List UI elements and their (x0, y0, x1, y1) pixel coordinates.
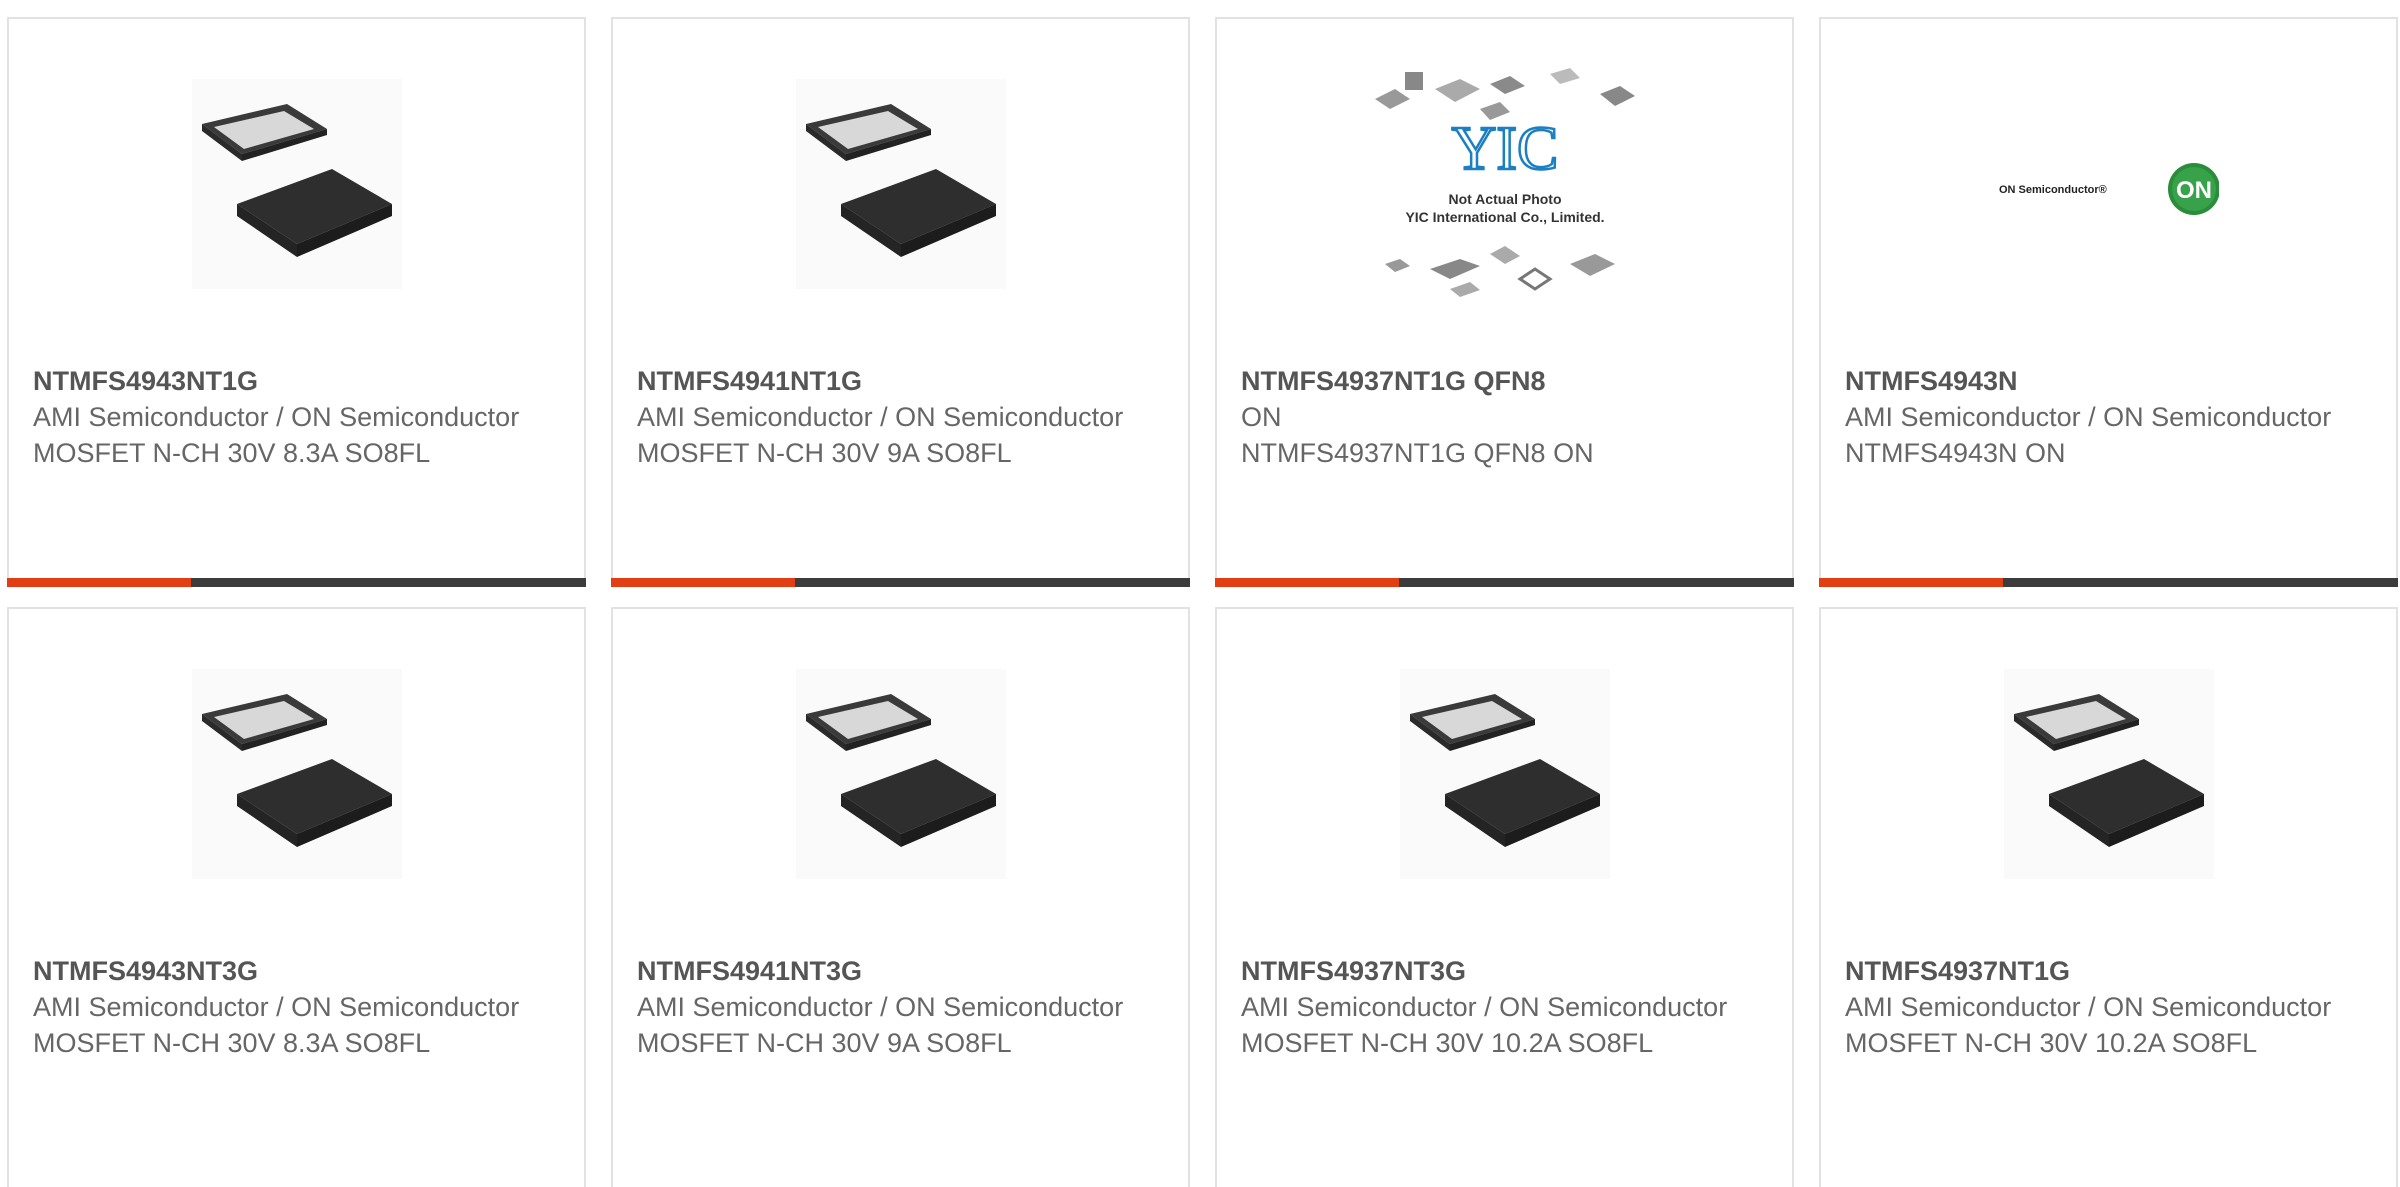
product-image[interactable] (1821, 609, 2396, 939)
product-image[interactable] (9, 19, 584, 349)
product-manufacturer: ON (1241, 402, 1282, 432)
mosfet-package-image (795, 669, 1006, 879)
mosfet-package-image (2003, 669, 2214, 879)
product-manufacturer: AMI Semiconductor / ON Semiconductor (33, 402, 520, 432)
not-actual-photo-image: YIC Not Actual Photo YIC International C… (1374, 68, 1635, 297)
product-card[interactable]: NTMFS4941NT3G AMI Semiconductor / ON Sem… (611, 607, 1190, 1187)
product-image[interactable] (613, 609, 1188, 939)
product-card[interactable]: NTMFS4941NT1G AMI Semiconductor / ON Sem… (611, 17, 1190, 587)
product-description: MOSFET N-CH 30V 8.3A SO8FL (33, 1028, 431, 1058)
product-manufacturer: AMI Semiconductor / ON Semiconductor (637, 992, 1124, 1022)
product-image[interactable] (613, 19, 1188, 349)
mosfet-package-image (191, 79, 402, 289)
product-name[interactable]: NTMFS4937NT1G QFN8 (1241, 363, 1772, 399)
product-description: MOSFET N-CH 30V 10.2A SO8FL (1845, 1028, 2258, 1058)
product-description: MOSFET N-CH 30V 8.3A SO8FL (33, 438, 431, 468)
product-name[interactable]: NTMFS4937NT1G (1845, 953, 2376, 989)
card-accent-bar (7, 578, 586, 587)
mosfet-package-image (1399, 669, 1610, 879)
yic-logo: YIC (1451, 115, 1558, 183)
product-card[interactable]: NTMFS4943NT1G AMI Semiconductor / ON Sem… (7, 17, 586, 587)
product-image[interactable] (1217, 609, 1792, 939)
product-manufacturer: AMI Semiconductor / ON Semiconductor (1845, 402, 2332, 432)
product-name[interactable]: NTMFS4941NT3G (637, 953, 1168, 989)
not-actual-photo-line1: Not Actual Photo (1448, 191, 1561, 207)
product-name[interactable]: NTMFS4943NT3G (33, 953, 564, 989)
product-card[interactable]: YIC Not Actual Photo YIC International C… (1215, 17, 1794, 587)
product-card[interactable]: ON Semiconductor® ON NTMFS4943N AMI Semi… (1819, 17, 2398, 587)
product-name[interactable]: NTMFS4937NT3G (1241, 953, 1772, 989)
product-name[interactable]: NTMFS4943N (1845, 363, 2376, 399)
card-accent-bar (1215, 578, 1794, 587)
product-image[interactable]: ON Semiconductor® ON (1821, 19, 2396, 349)
product-card[interactable]: NTMFS4943NT3G AMI Semiconductor / ON Sem… (7, 607, 586, 1187)
card-accent-bar (611, 578, 1190, 587)
product-image[interactable]: YIC Not Actual Photo YIC International C… (1217, 19, 1792, 349)
not-actual-photo-line2: YIC International Co., Limited. (1405, 209, 1604, 225)
on-semiconductor-logo: ON Semiconductor® ON (1999, 163, 2219, 215)
product-manufacturer: AMI Semiconductor / ON Semiconductor (1845, 992, 2332, 1022)
product-manufacturer: AMI Semiconductor / ON Semiconductor (1241, 992, 1728, 1022)
mosfet-package-image (795, 79, 1006, 289)
product-description: NTMFS4937NT1G QFN8 ON (1241, 438, 1594, 468)
on-badge: ON (2176, 177, 2212, 204)
product-description: MOSFET N-CH 30V 10.2A SO8FL (1241, 1028, 1654, 1058)
product-name[interactable]: NTMFS4943NT1G (33, 363, 564, 399)
product-description: MOSFET N-CH 30V 9A SO8FL (637, 1028, 1012, 1058)
product-grid: NTMFS4943NT1G AMI Semiconductor / ON Sem… (0, 0, 2400, 1187)
card-accent-bar (1819, 578, 2398, 587)
product-manufacturer: AMI Semiconductor / ON Semiconductor (637, 402, 1124, 432)
product-description: MOSFET N-CH 30V 9A SO8FL (637, 438, 1012, 468)
on-semiconductor-wordmark: ON Semiconductor® (1999, 184, 2107, 196)
product-image[interactable] (9, 609, 584, 939)
product-description: NTMFS4943N ON (1845, 438, 2066, 468)
product-card[interactable]: NTMFS4937NT3G AMI Semiconductor / ON Sem… (1215, 607, 1794, 1187)
product-manufacturer: AMI Semiconductor / ON Semiconductor (33, 992, 520, 1022)
product-card[interactable]: NTMFS4937NT1G AMI Semiconductor / ON Sem… (1819, 607, 2398, 1187)
mosfet-package-image (191, 669, 402, 879)
product-name[interactable]: NTMFS4941NT1G (637, 363, 1168, 399)
